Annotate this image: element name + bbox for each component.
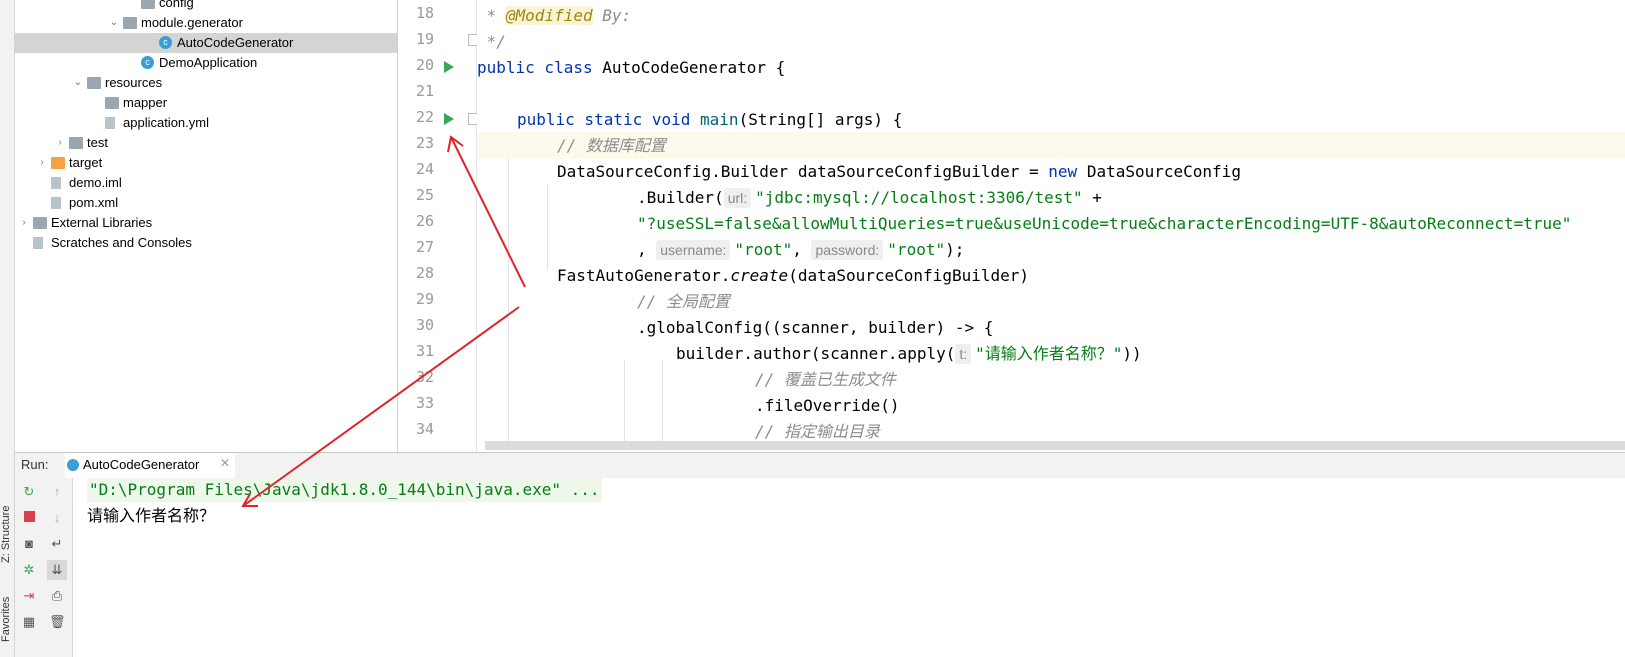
annotation-arrow — [242, 306, 520, 507]
annotation-arrow — [450, 136, 526, 288]
annotation-overlay — [241, 135, 526, 507]
